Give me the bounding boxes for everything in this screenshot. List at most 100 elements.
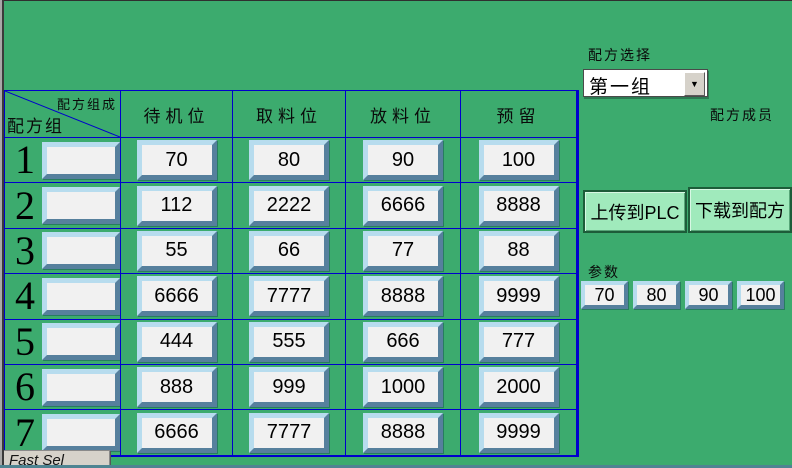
table-cell: 1000 xyxy=(346,365,460,409)
value-field[interactable]: 77 xyxy=(363,231,443,271)
table-cell: 100 xyxy=(461,138,576,182)
recipe-members-label: 配方成员 xyxy=(710,105,774,125)
table-cell: 80 xyxy=(233,138,345,182)
table-row-header: 2 xyxy=(5,183,120,227)
params-label: 参数 xyxy=(588,262,620,282)
column-header-pickup: 取料位 xyxy=(233,91,345,137)
table-cell: 6666 xyxy=(121,410,232,454)
table-cell: 55 xyxy=(121,229,232,273)
table-row-header: 7 xyxy=(5,410,120,454)
recipe-table: 配方组成 配方组 待机位 取料位 放料位 预留 1 70 80 90 100 2… xyxy=(4,90,579,457)
corner-header-cell: 配方组成 配方组 xyxy=(5,91,120,137)
value-field[interactable]: 9999 xyxy=(479,413,559,453)
table-cell: 444 xyxy=(121,320,232,364)
param-field[interactable]: 90 xyxy=(685,281,732,309)
table-cell: 90 xyxy=(346,138,460,182)
value-field[interactable]: 999 xyxy=(249,367,329,407)
value-field[interactable]: 555 xyxy=(249,322,329,362)
value-field[interactable]: 2000 xyxy=(479,367,559,407)
row-number: 4 xyxy=(11,276,39,316)
row-number: 2 xyxy=(11,186,39,226)
table-row-header: 1 xyxy=(5,138,120,182)
table-row-header: 4 xyxy=(5,274,120,318)
table-cell: 8888 xyxy=(346,410,460,454)
value-field[interactable]: 100 xyxy=(479,140,559,180)
table-cell: 555 xyxy=(233,320,345,364)
table-row-header: 6 xyxy=(5,365,120,409)
value-field[interactable]: 777 xyxy=(479,322,559,362)
value-field[interactable]: 7777 xyxy=(249,413,329,453)
value-field[interactable]: 2222 xyxy=(249,186,329,226)
screen-left-edge-inner xyxy=(2,0,4,468)
value-field[interactable]: 70 xyxy=(137,140,217,180)
download-to-recipe-button[interactable]: 下载到配方 xyxy=(688,187,792,233)
recipe-select-label: 配方选择 xyxy=(588,45,652,65)
table-cell: 66 xyxy=(233,229,345,273)
row-number: 1 xyxy=(11,140,39,180)
param-field[interactable]: 100 xyxy=(737,281,784,309)
value-field[interactable]: 1000 xyxy=(363,367,443,407)
value-field[interactable]: 444 xyxy=(137,322,217,362)
recipe-group-dropdown[interactable]: 第一组 ▼ xyxy=(583,69,708,97)
corner-label-group: 配方组 xyxy=(7,112,64,137)
table-cell: 88 xyxy=(461,229,576,273)
table-cell: 9999 xyxy=(461,410,576,454)
table-cell: 77 xyxy=(346,229,460,273)
row-number: 3 xyxy=(11,231,39,271)
hmi-screen: 配方组成 配方组 待机位 取料位 放料位 预留 1 70 80 90 100 2… xyxy=(0,0,792,468)
table-cell: 70 xyxy=(121,138,232,182)
value-field[interactable]: 6666 xyxy=(363,186,443,226)
table-cell: 6666 xyxy=(346,183,460,227)
table-cell: 2222 xyxy=(233,183,345,227)
row-number: 5 xyxy=(11,322,39,362)
value-field[interactable]: 88 xyxy=(479,231,559,271)
param-fields-row: 70 80 90 100 xyxy=(581,281,784,309)
value-field[interactable]: 9999 xyxy=(479,276,559,316)
value-field[interactable]: 8888 xyxy=(479,186,559,226)
recipe-group-input[interactable] xyxy=(42,142,120,179)
recipe-group-input[interactable] xyxy=(42,323,120,360)
value-field[interactable]: 8888 xyxy=(363,276,443,316)
value-field[interactable]: 8888 xyxy=(363,413,443,453)
table-cell: 7777 xyxy=(233,274,345,318)
corner-label-composition: 配方组成 xyxy=(57,94,117,113)
chevron-down-icon: ▼ xyxy=(690,80,699,89)
value-field[interactable]: 66 xyxy=(249,231,329,271)
table-cell: 9999 xyxy=(461,274,576,318)
value-field[interactable]: 80 xyxy=(249,140,329,180)
value-field[interactable]: 888 xyxy=(137,367,217,407)
table-cell: 999 xyxy=(233,365,345,409)
recipe-group-input[interactable] xyxy=(42,232,120,269)
dropdown-selected-value: 第一组 xyxy=(589,72,652,99)
recipe-group-input[interactable] xyxy=(42,278,120,315)
column-header-discharge: 放料位 xyxy=(346,91,460,137)
table-cell: 112 xyxy=(121,183,232,227)
param-field[interactable]: 70 xyxy=(581,281,628,309)
column-header-standby: 待机位 xyxy=(121,91,232,137)
row-number: 7 xyxy=(11,413,39,453)
table-row-header: 3 xyxy=(5,229,120,273)
recipe-group-input[interactable] xyxy=(42,187,120,224)
recipe-group-input[interactable] xyxy=(42,414,120,451)
table-cell: 6666 xyxy=(121,274,232,318)
screen-top-edge xyxy=(0,0,792,1)
value-field[interactable]: 90 xyxy=(363,140,443,180)
value-field[interactable]: 6666 xyxy=(137,276,217,316)
table-cell: 666 xyxy=(346,320,460,364)
value-field[interactable]: 112 xyxy=(137,186,217,226)
table-cell: 8888 xyxy=(461,183,576,227)
column-header-reserved: 预留 xyxy=(461,91,576,137)
table-cell: 2000 xyxy=(461,365,576,409)
recipe-group-input[interactable] xyxy=(42,369,120,406)
value-field[interactable]: 666 xyxy=(363,322,443,362)
dropdown-button[interactable]: ▼ xyxy=(684,72,705,96)
table-cell: 888 xyxy=(121,365,232,409)
upload-to-plc-button[interactable]: 上传到PLC xyxy=(583,190,687,233)
value-field[interactable]: 7777 xyxy=(249,276,329,316)
value-field[interactable]: 55 xyxy=(137,231,217,271)
param-field[interactable]: 80 xyxy=(633,281,680,309)
table-row-header: 5 xyxy=(5,320,120,364)
table-cell: 8888 xyxy=(346,274,460,318)
value-field[interactable]: 6666 xyxy=(137,413,217,453)
row-number: 6 xyxy=(11,367,39,407)
